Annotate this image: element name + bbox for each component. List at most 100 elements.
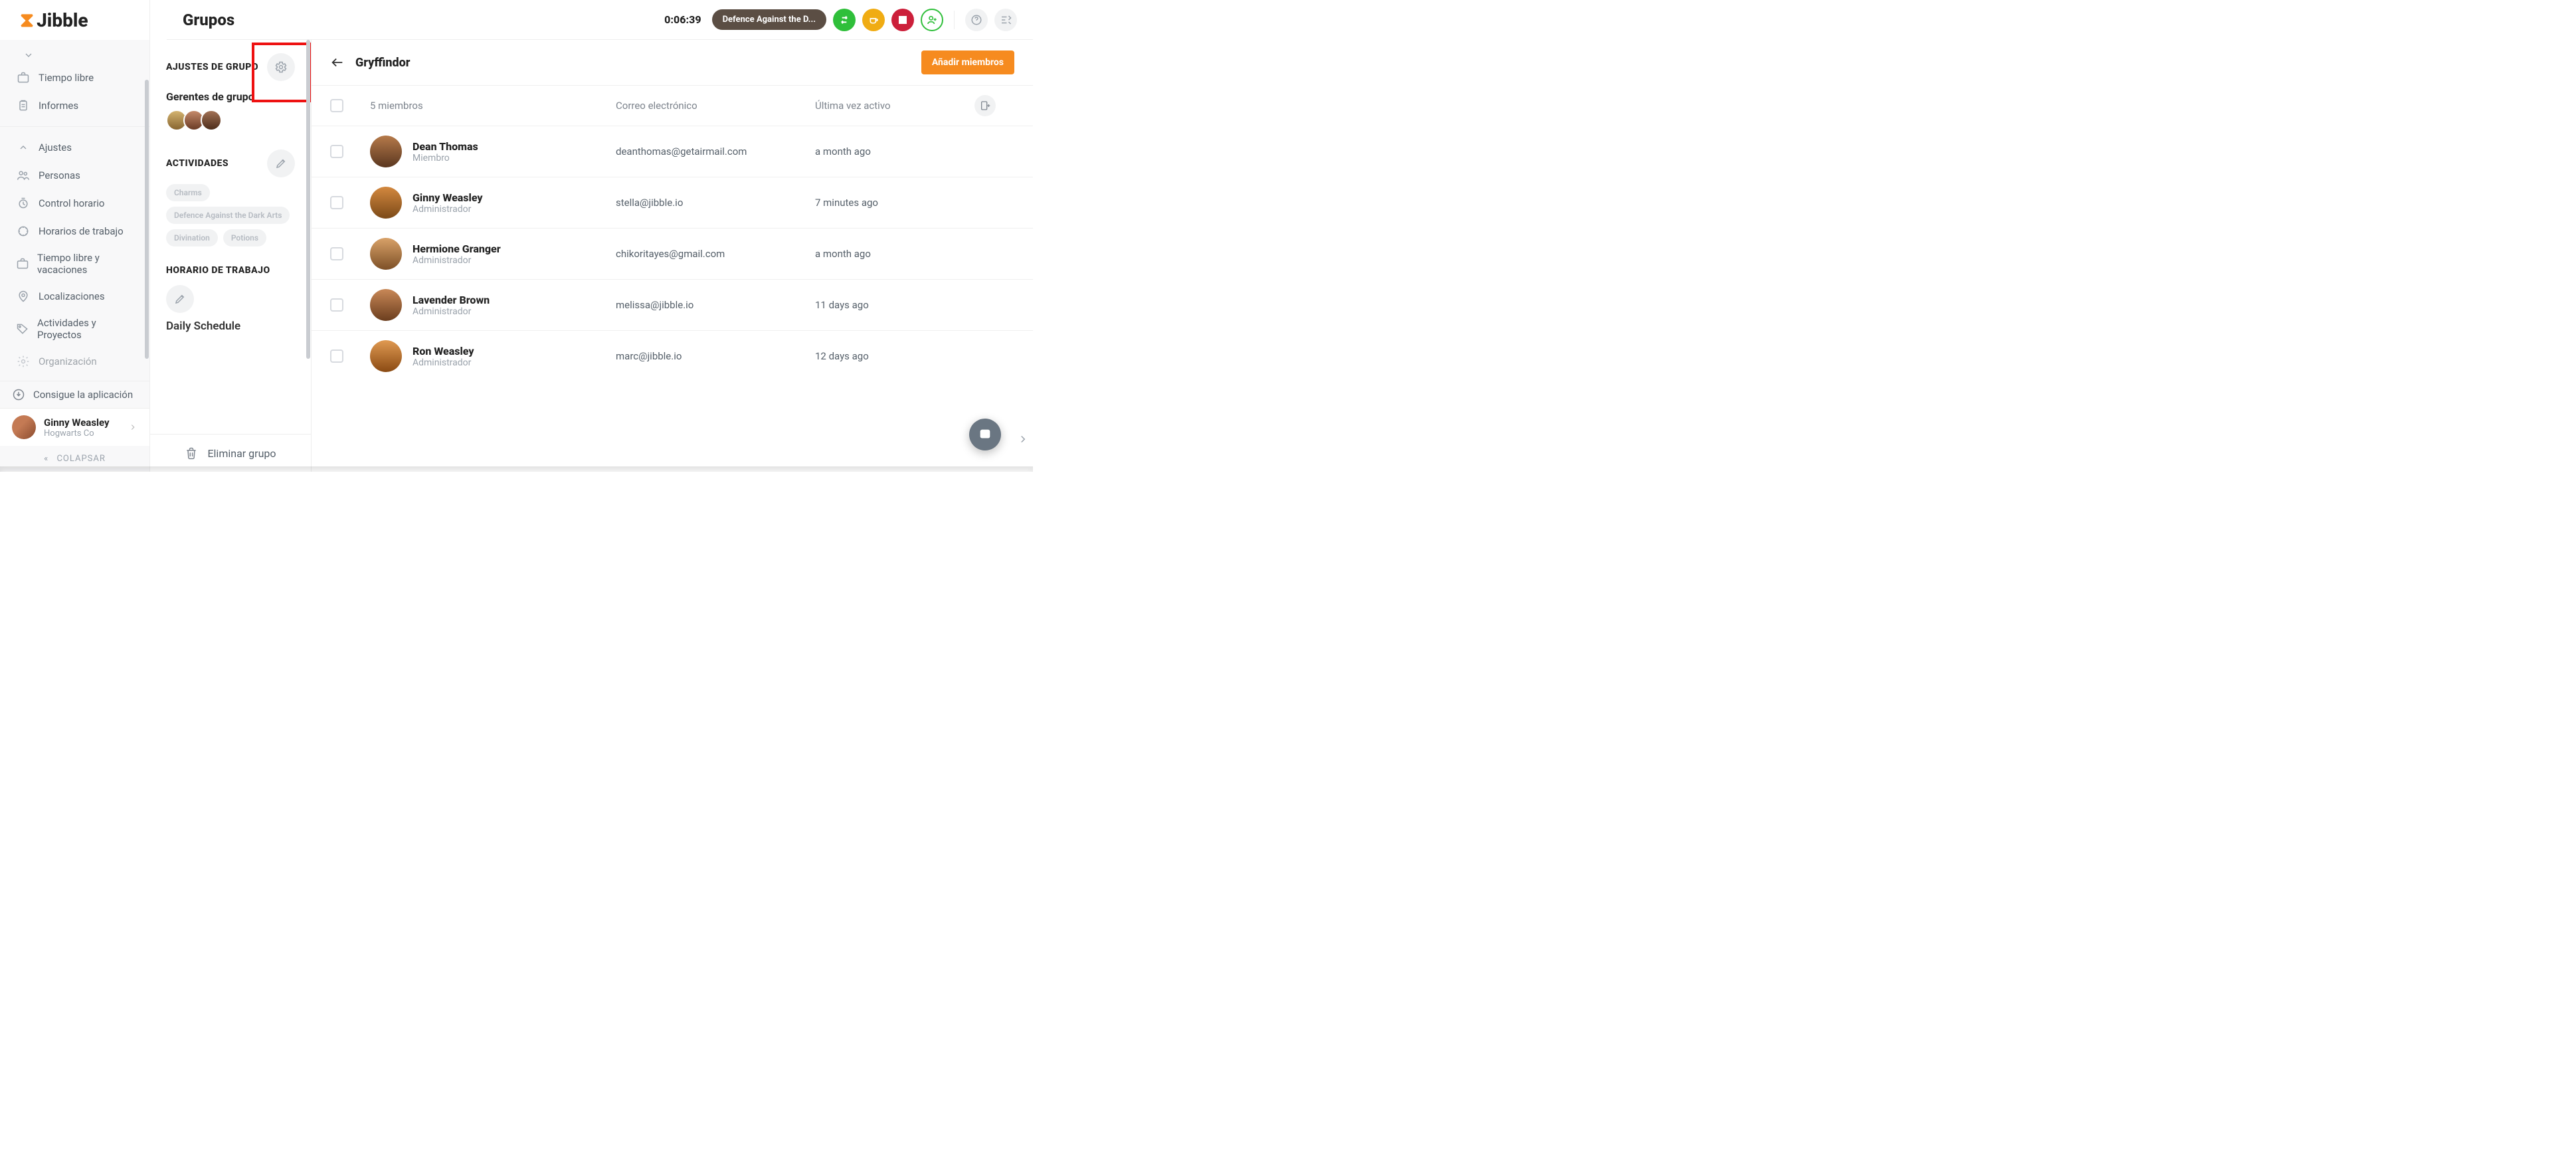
- get-app-label: Consigue la aplicación: [33, 389, 133, 401]
- managers-title: Gerentes de grupo: [166, 90, 295, 103]
- member-email: chikoritayes@gmail.com: [616, 248, 815, 260]
- sidebar-item-label: Actividades y Proyectos: [37, 317, 134, 341]
- section-title-schedule: HORARIO DE TRABAJO: [166, 265, 295, 276]
- group-settings-panel: AJUSTES DE GRUPO Gerentes de grupo ACTIV…: [150, 0, 312, 472]
- chevron-down-icon: [21, 48, 36, 62]
- sidebar-item-organizacion[interactable]: Organización: [0, 347, 149, 375]
- activity-tag[interactable]: Divination: [166, 229, 218, 246]
- chevron-up-icon: [16, 140, 31, 155]
- chevron-double-left-icon: «: [44, 454, 48, 464]
- sidebar-item-label: Tiempo libre: [39, 72, 94, 84]
- member-row[interactable]: Ron Weasley Administrador marc@jibble.io…: [312, 330, 1033, 381]
- stop-icon[interactable]: [891, 9, 914, 31]
- member-name: Hermione Granger: [413, 243, 501, 255]
- member-avatar: [370, 289, 402, 321]
- sidebar-item-label: Localizaciones: [39, 290, 105, 302]
- sidebar-item-label: Personas: [39, 169, 80, 181]
- member-name: Ron Weasley: [413, 345, 474, 357]
- pencil-icon: [174, 293, 186, 305]
- current-user-card[interactable]: Ginny Weasley Hogwarts Co: [0, 408, 149, 446]
- select-row-checkbox[interactable]: [330, 196, 343, 209]
- select-row-checkbox[interactable]: [330, 247, 343, 260]
- activity-tag[interactable]: Potions: [223, 229, 266, 246]
- tag-icon: [16, 322, 29, 336]
- logo[interactable]: ⧗Jibble: [0, 0, 149, 40]
- sidebar-item-vacaciones[interactable]: Tiempo libre y vacaciones: [0, 245, 149, 282]
- activity-tags: Charms Defence Against the Dark Arts Divin…: [166, 184, 295, 246]
- sidebar-item-label: Horarios de trabajo: [39, 225, 124, 237]
- briefcase-icon: [16, 70, 31, 85]
- chevron-right-icon: [128, 423, 138, 432]
- back-arrow-icon[interactable]: [330, 55, 345, 70]
- page-title: Grupos: [183, 11, 234, 29]
- member-row[interactable]: Lavender Brown Administrador melissa@jib…: [312, 279, 1033, 330]
- add-members-button[interactable]: Añadir miembros: [921, 50, 1014, 74]
- sidebar-item-personas[interactable]: Personas: [0, 161, 149, 189]
- pin-icon: [16, 289, 31, 304]
- swap-icon[interactable]: [833, 9, 856, 31]
- member-role: Administrador: [413, 306, 490, 317]
- sidebar-item-localizaciones[interactable]: Localizaciones: [0, 282, 149, 310]
- sidebar-item-control-horario[interactable]: Control horario: [0, 189, 149, 217]
- calendar-icon: [16, 224, 31, 239]
- nav-divider: [0, 126, 149, 127]
- settings-icon[interactable]: [994, 9, 1017, 31]
- schedule-name: Daily Schedule: [166, 320, 295, 333]
- sidebar-item-label: Tiempo libre y vacaciones: [37, 252, 134, 276]
- section-title-activities: ACTIVIDADES: [166, 158, 229, 169]
- coffee-icon[interactable]: [862, 9, 885, 31]
- sidebar-scrollbar[interactable]: [145, 80, 149, 359]
- activity-tag[interactable]: Defence Against the Dark Arts: [166, 207, 290, 224]
- sidebar-item-label: Organización: [39, 355, 97, 367]
- people-icon: [16, 168, 31, 183]
- user-avatar: [12, 415, 36, 439]
- trash-icon: [185, 446, 198, 460]
- mid-scrollbar[interactable]: [306, 40, 310, 359]
- member-last-active: a month ago: [815, 248, 974, 260]
- intercom-launcher-icon[interactable]: [969, 419, 1001, 450]
- member-last-active: a month ago: [815, 146, 974, 157]
- member-row[interactable]: Dean Thomas Miembro deanthomas@getairmai…: [312, 126, 1033, 177]
- add-person-icon[interactable]: [921, 9, 943, 31]
- members-table-header: 5 miembros Correo electrónico Última vez…: [312, 85, 1033, 126]
- member-avatar: [370, 238, 402, 270]
- member-role: Administrador: [413, 357, 474, 368]
- group-settings-gear-button[interactable]: [267, 53, 295, 81]
- select-all-checkbox[interactable]: [330, 99, 343, 112]
- member-row[interactable]: Ginny Weasley Administrador stella@jibbl…: [312, 177, 1033, 228]
- managers-avatars: [166, 110, 295, 131]
- activity-tag[interactable]: Charms: [166, 184, 210, 201]
- member-email: stella@jibble.io: [616, 197, 815, 209]
- export-icon[interactable]: [974, 95, 996, 116]
- toolbar-divider: [954, 11, 955, 29]
- get-app-link[interactable]: Consigue la aplicación: [0, 381, 149, 408]
- member-avatar: [370, 340, 402, 372]
- edit-schedule-button[interactable]: [166, 285, 194, 313]
- sidebar-item-actividades[interactable]: Actividades y Proyectos: [0, 310, 149, 347]
- collapse-label: COLAPSAR: [56, 454, 105, 464]
- edit-activities-button[interactable]: [267, 149, 295, 177]
- delete-group-button[interactable]: Eliminar grupo: [150, 434, 311, 472]
- sidebar-item-ajustes[interactable]: Ajustes: [0, 134, 149, 161]
- sidebar-item-tiempo-libre[interactable]: Tiempo libre: [0, 64, 149, 92]
- sidebar-item-informes[interactable]: Informes: [0, 92, 149, 120]
- select-row-checkbox[interactable]: [330, 349, 343, 363]
- column-email: Correo electrónico: [616, 100, 815, 112]
- sidebar-collapse-section[interactable]: [0, 44, 149, 64]
- manager-avatar[interactable]: [201, 110, 222, 131]
- member-name: Lavender Brown: [413, 294, 490, 306]
- members-panel: Gryffindor Añadir miembros 5 miembros Co…: [312, 0, 1033, 472]
- member-avatar: [370, 187, 402, 219]
- help-icon[interactable]: [965, 9, 988, 31]
- collapse-sidebar-button[interactable]: « COLAPSAR: [0, 446, 149, 472]
- chevron-right-icon[interactable]: [1017, 433, 1029, 445]
- current-activity-pill[interactable]: Defence Against the D...: [712, 9, 826, 30]
- member-row[interactable]: Hermione Granger Administrador chikorita…: [312, 228, 1033, 279]
- select-row-checkbox[interactable]: [330, 145, 343, 158]
- sidebar-item-label: Informes: [39, 100, 78, 112]
- clipboard-icon: [16, 98, 31, 113]
- select-row-checkbox[interactable]: [330, 298, 343, 312]
- member-email: melissa@jibble.io: [616, 299, 815, 311]
- clock-icon: [16, 196, 31, 211]
- sidebar-item-horarios[interactable]: Horarios de trabajo: [0, 217, 149, 245]
